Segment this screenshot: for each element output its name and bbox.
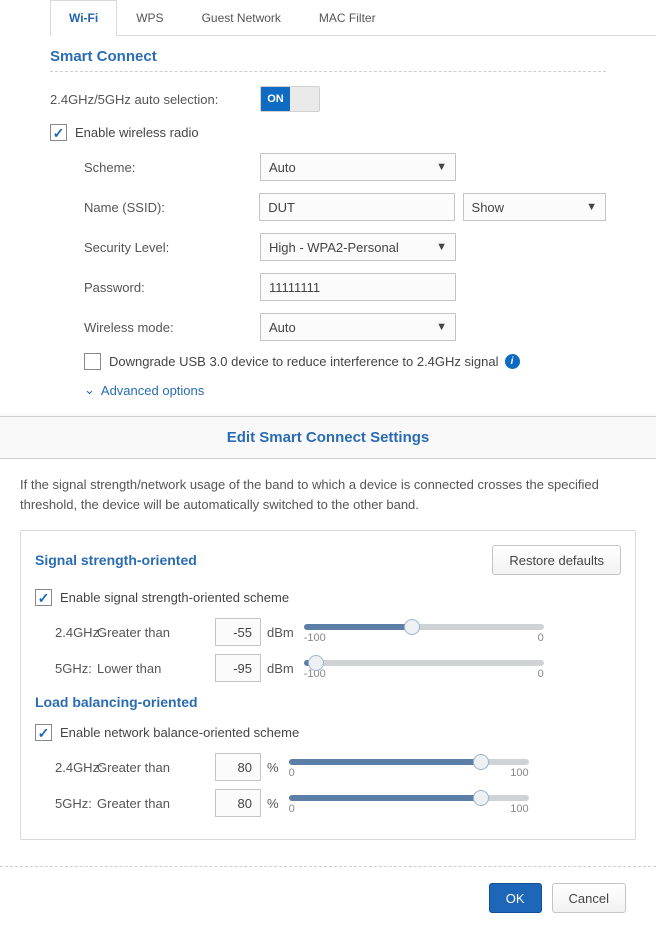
enable-load-scheme-label: Enable network balance-oriented scheme (60, 725, 299, 740)
security-select[interactable]: High - WPA2-Personal ▼ (260, 233, 456, 261)
scheme-label: Scheme: (50, 160, 260, 175)
chevron-down-icon: ▼ (586, 201, 597, 213)
enable-signal-scheme-label: Enable signal strength-oriented scheme (60, 590, 289, 605)
range-max: 100 (510, 803, 528, 815)
signal-5-cond-label: Lower than (97, 661, 215, 676)
range-max: 0 (538, 632, 544, 644)
downgrade-usb-checkbox[interactable] (84, 353, 101, 370)
chevron-down-icon: ▼ (436, 241, 447, 253)
enable-signal-scheme-checkbox[interactable] (35, 589, 52, 606)
tab-wifi[interactable]: Wi-Fi (50, 0, 117, 36)
ssid-visibility-value: Show (472, 200, 505, 215)
mode-value: Auto (269, 320, 296, 335)
password-input[interactable] (260, 273, 456, 301)
signal-24-slider[interactable] (304, 624, 544, 630)
load-5-cond-label: Greater than (97, 796, 215, 811)
toggle-on-text: ON (261, 87, 290, 111)
tab-mac-filter[interactable]: MAC Filter (300, 0, 395, 35)
chevron-down-icon: ⌄ (84, 382, 95, 398)
info-icon[interactable]: i (505, 354, 520, 369)
modal-title: Edit Smart Connect Settings (0, 416, 656, 459)
signal-5-band-label: 5GHz: (35, 661, 97, 676)
signal-24-cond-label: Greater than (97, 625, 215, 640)
load-24-slider[interactable] (289, 759, 529, 765)
enable-radio-checkbox[interactable] (50, 124, 67, 141)
restore-defaults-button[interactable]: Restore defaults (492, 545, 621, 575)
tab-strip: Wi-Fi WPS Guest Network MAC Filter (50, 0, 656, 36)
cancel-button[interactable]: Cancel (552, 883, 626, 913)
load-24-value-input[interactable] (215, 753, 261, 781)
downgrade-usb-label: Downgrade USB 3.0 device to reduce inter… (109, 354, 499, 369)
signal-5-slider[interactable] (304, 660, 544, 666)
ssid-visibility-select[interactable]: Show ▼ (463, 193, 606, 221)
advanced-options-label: Advanced options (101, 383, 204, 398)
scheme-select[interactable]: Auto ▼ (260, 153, 456, 181)
advanced-options-toggle[interactable]: ⌄ Advanced options (84, 382, 606, 398)
section-title-smart-connect: Smart Connect (50, 48, 606, 72)
auto-select-toggle[interactable]: ON (260, 86, 320, 112)
load-5-value-input[interactable] (215, 789, 261, 817)
tab-wps[interactable]: WPS (117, 0, 182, 35)
slider-thumb[interactable] (473, 754, 489, 770)
load-5-slider[interactable] (289, 795, 529, 801)
ssid-label: Name (SSID): (50, 200, 259, 215)
range-min: 0 (289, 803, 295, 815)
load-24-band-label: 2.4GHz: (35, 760, 97, 775)
chevron-down-icon: ▼ (436, 161, 447, 173)
signal-24-value-input[interactable] (215, 618, 261, 646)
slider-thumb[interactable] (404, 619, 420, 635)
security-value: High - WPA2-Personal (269, 240, 399, 255)
mode-label: Wireless mode: (50, 320, 260, 335)
load-unit-label: % (267, 796, 279, 811)
signal-section-title: Signal strength-oriented (35, 552, 197, 568)
range-max: 100 (510, 767, 528, 779)
slider-thumb[interactable] (473, 790, 489, 806)
enable-radio-label: Enable wireless radio (75, 125, 199, 140)
security-label: Security Level: (50, 240, 260, 255)
mode-select[interactable]: Auto ▼ (260, 313, 456, 341)
auto-select-label: 2.4GHz/5GHz auto selection: (50, 92, 260, 107)
load-unit-label: % (267, 760, 279, 775)
load-24-cond-label: Greater than (97, 760, 215, 775)
ok-button[interactable]: OK (489, 883, 542, 913)
ssid-input[interactable] (259, 193, 454, 221)
slider-thumb[interactable] (308, 655, 324, 671)
chevron-down-icon: ▼ (436, 321, 447, 333)
tab-guest-network[interactable]: Guest Network (183, 0, 300, 35)
password-label: Password: (50, 280, 260, 295)
modal-description: If the signal strength/network usage of … (20, 475, 636, 514)
range-max: 0 (538, 668, 544, 680)
range-min: -100 (304, 632, 326, 644)
range-min: 0 (289, 767, 295, 779)
load-5-band-label: 5GHz: (35, 796, 97, 811)
signal-unit-label: dBm (267, 625, 294, 640)
load-section-title: Load balancing-oriented (35, 694, 621, 710)
scheme-value: Auto (269, 160, 296, 175)
enable-load-scheme-checkbox[interactable] (35, 724, 52, 741)
signal-24-band-label: 2.4GHz: (35, 625, 97, 640)
signal-5-value-input[interactable] (215, 654, 261, 682)
signal-unit-label: dBm (267, 661, 294, 676)
